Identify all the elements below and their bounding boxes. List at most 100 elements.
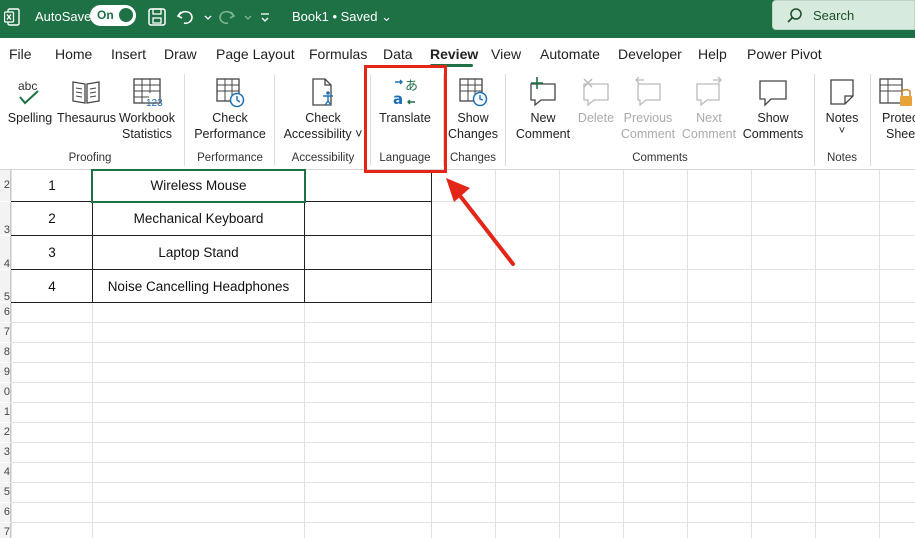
new-comment-icon (530, 77, 556, 107)
undo-icon[interactable] (175, 6, 197, 28)
save-icon[interactable] (146, 6, 168, 28)
new-comment-button[interactable]: New Comment (510, 76, 576, 142)
row-header[interactable]: 2 (0, 423, 11, 442)
show-changes-button[interactable]: Show Changes (445, 76, 501, 142)
delete-comment-icon (583, 78, 609, 107)
check-accessibility-label-1: Check (305, 111, 341, 125)
group-separator (274, 74, 275, 166)
thesaurus-button[interactable]: Thesaurus (57, 76, 116, 126)
row-header[interactable]: 4 (0, 236, 11, 269)
table-cell-number[interactable]: 3 (12, 236, 92, 269)
tab-power-pivot[interactable]: Power Pivot (747, 46, 822, 62)
previous-comment-icon (635, 76, 661, 107)
check-performance-button[interactable]: Check Performance (190, 76, 270, 142)
row-header[interactable]: 8 (0, 343, 11, 362)
row-header[interactable]: 3 (0, 202, 11, 235)
show-changes-label-2: Changes (447, 127, 499, 141)
grid-row-line (11, 422, 915, 423)
group-label-accessibility: Accessibility (291, 152, 355, 164)
customize-toolbar-icon[interactable] (254, 6, 276, 28)
delete-comment-button[interactable]: Delete (574, 76, 618, 126)
show-comments-button[interactable]: Show Comments (740, 76, 806, 142)
previous-comment-button[interactable]: Previous Comment (620, 76, 676, 142)
workbook-title[interactable]: Book1 • Saved ⌄ (292, 9, 392, 25)
tab-home[interactable]: Home (55, 46, 92, 62)
table-cell-item[interactable]: Noise Cancelling Headphones (93, 270, 304, 302)
table-cell-number[interactable]: 2 (12, 202, 92, 235)
row-header[interactable]: 0 (0, 383, 11, 402)
check-performance-label-2: Performance (194, 127, 266, 141)
table-cell-item[interactable]: Mechanical Keyboard (93, 202, 304, 235)
row-header[interactable]: 3 (0, 443, 11, 462)
tab-insert[interactable]: Insert (111, 46, 146, 62)
group-separator (814, 74, 815, 166)
workbook-statistics-icon: 123 (133, 78, 163, 108)
grid-row-line (11, 362, 915, 363)
next-comment-label-2: Comment (681, 127, 737, 141)
tab-review[interactable]: Review (430, 46, 478, 62)
grid-row-line (11, 482, 915, 483)
row-header[interactable]: 2 (0, 170, 11, 201)
tab-view[interactable]: View (491, 46, 521, 62)
row-header[interactable]: 1 (0, 403, 11, 422)
grid-row-line (11, 522, 915, 523)
previous-comment-label-2: Comment (620, 127, 676, 141)
spelling-button[interactable]: abc Spelling (6, 76, 54, 126)
row-header[interactable]: 9 (0, 363, 11, 382)
tab-developer[interactable]: Developer (618, 46, 682, 62)
thesaurus-icon (72, 81, 100, 104)
tab-page-layout[interactable]: Page Layout (216, 46, 295, 62)
tab-automate[interactable]: Automate (540, 46, 600, 62)
group-separator (505, 74, 506, 166)
notes-label: Notes (825, 111, 859, 125)
autosave-label: AutoSave (35, 9, 92, 24)
check-performance-icon (216, 78, 245, 108)
group-separator (184, 74, 185, 166)
check-accessibility-button[interactable]: Check Accessibility ˅ (280, 76, 366, 142)
row-header[interactable]: 4 (0, 463, 11, 482)
tab-help[interactable]: Help (698, 46, 727, 62)
next-comment-button[interactable]: Next Comment (680, 76, 738, 142)
row-header[interactable]: 7 (0, 323, 11, 342)
notes-icon (830, 79, 854, 105)
notes-button[interactable]: Notes ˅ (818, 76, 866, 137)
annotation-arrow-icon (446, 178, 515, 266)
show-changes-icon (459, 78, 488, 107)
next-comment-icon (696, 76, 722, 107)
show-comments-label-2: Comments (742, 127, 804, 141)
group-label-performance: Performance (197, 152, 263, 164)
workbook-statistics-button[interactable]: 123 Workbook Statistics (117, 76, 177, 142)
grid-row-line (11, 402, 915, 403)
tab-formulas[interactable]: Formulas (309, 46, 367, 62)
table-cell-item[interactable]: Wireless Mouse (93, 170, 304, 201)
protect-sheet-button[interactable]: Protec Sheet (876, 76, 915, 142)
autosave-toggle[interactable]: On (90, 5, 136, 26)
grid-row-line (11, 342, 915, 343)
grid-row-line (11, 382, 915, 383)
tab-draw[interactable]: Draw (164, 46, 197, 62)
row-header[interactable]: 5 (0, 483, 11, 502)
tab-data[interactable]: Data (383, 46, 413, 62)
table-border (11, 302, 432, 303)
table-cell-item[interactable]: Laptop Stand (93, 236, 304, 269)
search-box[interactable]: Search (772, 0, 915, 30)
table-cell-number[interactable]: 4 (12, 270, 92, 302)
row-header[interactable]: 7 (0, 523, 11, 538)
row-header[interactable]: 6 (0, 503, 11, 522)
show-changes-label-1: Show (457, 111, 489, 125)
spelling-icon: abc (18, 79, 39, 105)
check-accessibility-icon (312, 78, 333, 106)
notes-chevron-icon: ˅ (838, 125, 846, 137)
search-label: Search (813, 8, 855, 23)
autosave-state: On (97, 8, 114, 22)
protect-sheet-label-1: Protec (882, 111, 915, 125)
workbook-statistics-label-2: Statistics (121, 127, 172, 141)
tab-file[interactable]: File (9, 46, 32, 62)
redo-icon[interactable] (215, 6, 237, 28)
group-separator (870, 74, 871, 166)
row-header[interactable]: 6 (0, 303, 11, 322)
row-header[interactable]: 5 (0, 270, 11, 302)
table-cell-number[interactable]: 1 (12, 170, 92, 201)
grid-row-line (11, 462, 915, 463)
next-comment-label-1: Next (696, 111, 722, 125)
